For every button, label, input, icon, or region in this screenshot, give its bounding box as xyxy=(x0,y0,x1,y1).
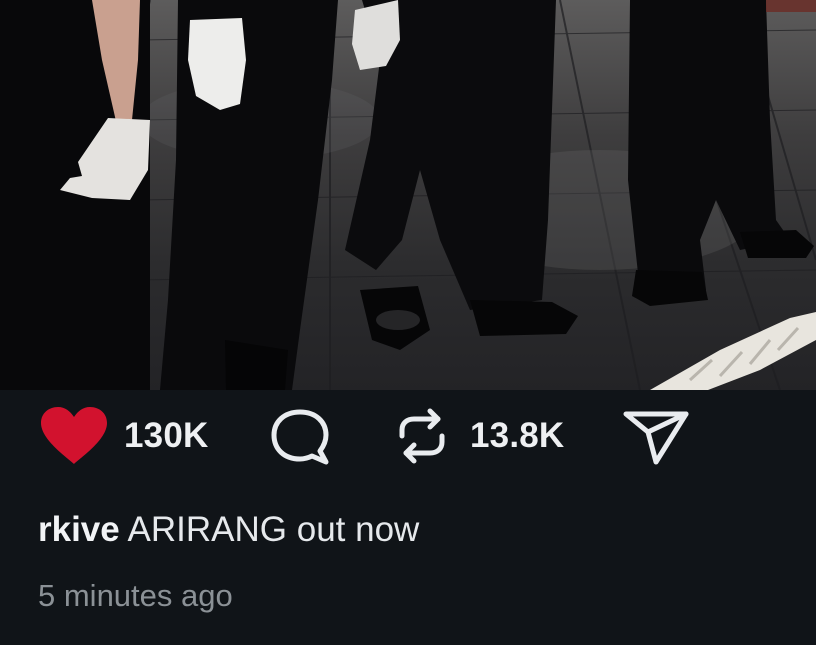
share-button[interactable] xyxy=(622,406,690,466)
like-button[interactable]: 130K xyxy=(38,406,208,466)
send-paper-plane-icon xyxy=(622,406,690,466)
repost-count: 13.8K xyxy=(470,416,565,455)
post-timestamp: 5 minutes ago xyxy=(38,578,233,613)
like-count: 130K xyxy=(124,416,209,455)
post-image[interactable] xyxy=(0,0,816,390)
repost-arrows-icon xyxy=(392,406,452,466)
caption-text: ARIRANG out now xyxy=(127,510,420,549)
comment-button[interactable] xyxy=(268,406,332,466)
heart-icon xyxy=(38,406,110,466)
repost-button[interactable]: 13.8K xyxy=(392,406,564,466)
post-action-bar: 130K 13.8K xyxy=(0,390,816,490)
post-caption: rkive ARIRANG out now xyxy=(38,510,419,550)
username-link[interactable]: rkive xyxy=(38,510,120,549)
comment-bubble-icon xyxy=(268,406,332,466)
